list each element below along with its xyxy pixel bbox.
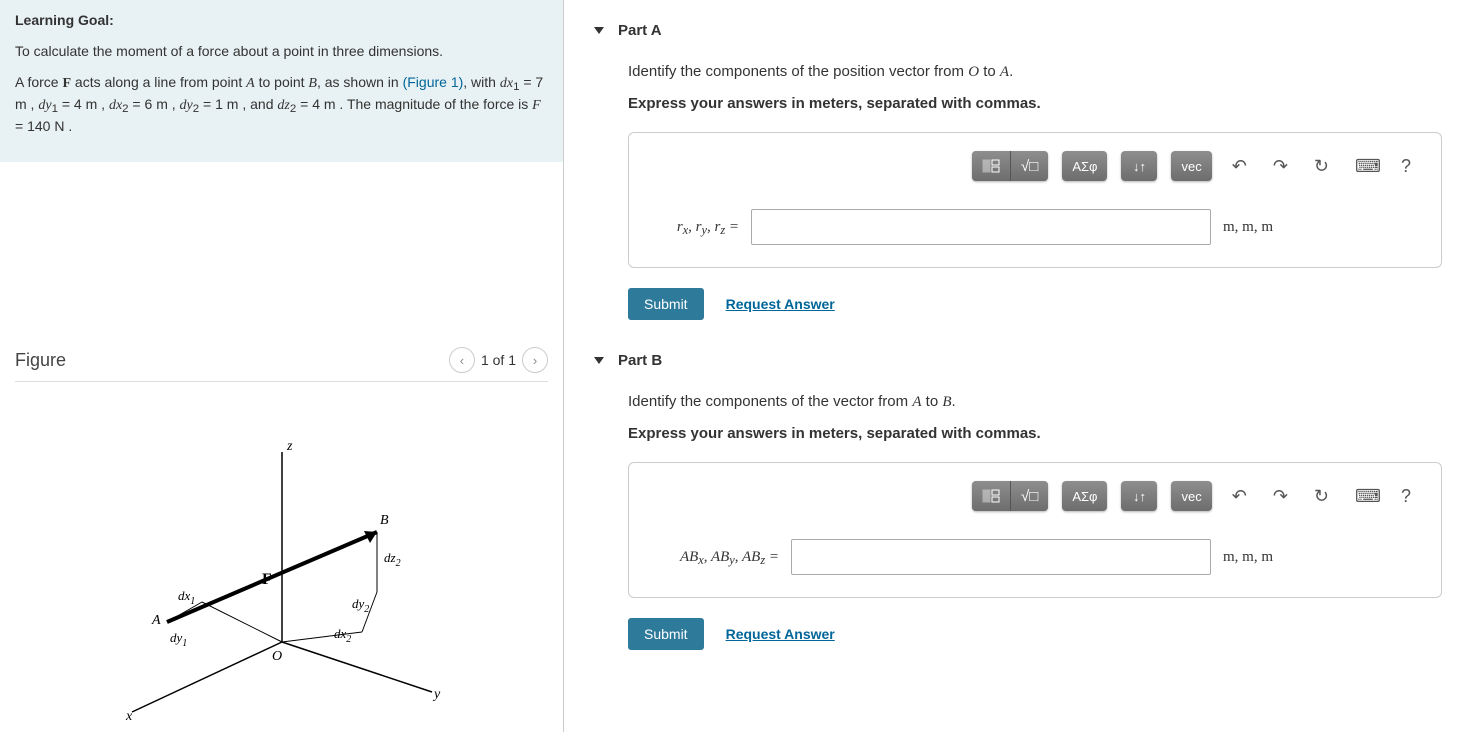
- svg-text:z: z: [286, 439, 293, 454]
- figure-prev-button[interactable]: ‹: [449, 347, 475, 373]
- svg-text:y: y: [432, 687, 441, 702]
- problem-statement: A force F acts along a line from point A…: [15, 72, 548, 137]
- svg-text:O: O: [272, 649, 282, 664]
- part-a-title: Part A: [618, 22, 662, 39]
- part-b-toolbar: √□ ΑΣφ ↓↑ vec ↶ ↷ ↻ ⌨ ?: [649, 481, 1421, 511]
- svg-text:B: B: [380, 513, 389, 528]
- figure-link[interactable]: (Figure 1): [403, 74, 464, 90]
- part-b-title: Part B: [618, 352, 662, 369]
- template-button[interactable]: [972, 151, 1011, 181]
- undo-button[interactable]: ↶: [1226, 152, 1253, 181]
- svg-text:x: x: [125, 709, 133, 724]
- part-a-input-row: rx, ry, rz = m, m, m: [649, 209, 1421, 245]
- chevron-down-icon: [594, 357, 604, 364]
- reset-button[interactable]: ↻: [1308, 152, 1335, 181]
- part-a-submit-button[interactable]: Submit: [628, 288, 704, 320]
- greek-button[interactable]: ΑΣφ: [1062, 481, 1107, 511]
- undo-button[interactable]: ↶: [1226, 482, 1253, 511]
- part-b-instruction: Express your answers in meters, separate…: [628, 425, 1442, 442]
- part-a-instruction: Express your answers in meters, separate…: [628, 95, 1442, 112]
- svg-text:F: F: [262, 571, 272, 588]
- part-b-units: m, m, m: [1223, 549, 1273, 566]
- sqrt-button[interactable]: √□: [1011, 151, 1048, 181]
- part-a-actions: Submit Request Answer: [628, 288, 1442, 320]
- vec-button[interactable]: vec: [1171, 481, 1211, 511]
- learning-goal-box: Learning Goal: To calculate the moment o…: [0, 0, 563, 162]
- part-b-request-answer-link[interactable]: Request Answer: [726, 626, 835, 642]
- part-a-toolbar: √□ ΑΣφ ↓↑ vec ↶ ↷ ↻ ⌨ ?: [649, 151, 1421, 181]
- figure-page-indicator: 1 of 1: [481, 352, 516, 368]
- figure-title: Figure: [15, 350, 66, 371]
- part-b-var-label: ABx, ABy, ABz =: [649, 549, 779, 566]
- svg-text:A: A: [151, 613, 161, 628]
- math-tools-group: √□: [972, 151, 1048, 181]
- figure-nav: ‹ 1 of 1 ›: [449, 347, 548, 373]
- help-icon[interactable]: ?: [1401, 156, 1411, 177]
- math-tools-group: √□: [972, 481, 1048, 511]
- keyboard-button[interactable]: ⌨: [1349, 152, 1387, 181]
- figure-region: Figure ‹ 1 of 1 ›: [0, 162, 563, 732]
- svg-text:dy1: dy1: [170, 630, 187, 649]
- part-b-submit-button[interactable]: Submit: [628, 618, 704, 650]
- svg-text:dz2: dz2: [384, 550, 401, 569]
- part-a-units: m, m, m: [1223, 219, 1273, 236]
- part-a-answer-input[interactable]: [751, 209, 1211, 245]
- part-b-answer-input[interactable]: [791, 539, 1211, 575]
- keyboard-button[interactable]: ⌨: [1349, 482, 1387, 511]
- learning-goal-intro: To calculate the moment of a force about…: [15, 41, 548, 62]
- part-a-var-label: rx, ry, rz =: [649, 219, 739, 236]
- left-pane: Learning Goal: To calculate the moment o…: [0, 0, 564, 732]
- part-a-question: Identify the components of the position …: [628, 61, 1442, 83]
- svg-text:dy2: dy2: [352, 596, 369, 615]
- learning-goal-heading: Learning Goal:: [15, 12, 114, 28]
- part-b-body: Identify the components of the vector fr…: [594, 391, 1442, 650]
- right-pane: Part A Identify the components of the po…: [564, 0, 1472, 732]
- part-a-answer-box: √□ ΑΣφ ↓↑ vec ↶ ↷ ↻ ⌨ ? rx, ry, rz =: [628, 132, 1442, 268]
- part-a: Part A Identify the components of the po…: [594, 10, 1442, 320]
- part-b-input-row: ABx, ABy, ABz = m, m, m: [649, 539, 1421, 575]
- part-a-body: Identify the components of the position …: [594, 61, 1442, 320]
- help-icon[interactable]: ?: [1401, 486, 1411, 507]
- part-b-header[interactable]: Part B: [594, 340, 1442, 381]
- vec-button[interactable]: vec: [1171, 151, 1211, 181]
- redo-button[interactable]: ↷: [1267, 152, 1294, 181]
- part-a-request-answer-link[interactable]: Request Answer: [726, 296, 835, 312]
- figure-next-button[interactable]: ›: [522, 347, 548, 373]
- sqrt-button[interactable]: √□: [1011, 481, 1048, 511]
- figure-image: z y x O A B F dx1 dy1 dx2 dy2 dz2: [15, 412, 548, 732]
- redo-button[interactable]: ↷: [1267, 482, 1294, 511]
- part-a-header[interactable]: Part A: [594, 10, 1442, 51]
- svg-text:dx2: dx2: [334, 626, 351, 645]
- part-b-question: Identify the components of the vector fr…: [628, 391, 1442, 413]
- part-b: Part B Identify the components of the ve…: [594, 340, 1442, 650]
- svg-text:dx1: dx1: [178, 588, 195, 607]
- arrows-button[interactable]: ↓↑: [1121, 481, 1157, 511]
- reset-button[interactable]: ↻: [1308, 482, 1335, 511]
- arrows-button[interactable]: ↓↑: [1121, 151, 1157, 181]
- greek-button[interactable]: ΑΣφ: [1062, 151, 1107, 181]
- part-b-answer-box: √□ ΑΣφ ↓↑ vec ↶ ↷ ↻ ⌨ ? ABx, ABy, ABz =: [628, 462, 1442, 598]
- part-b-actions: Submit Request Answer: [628, 618, 1442, 650]
- figure-header: Figure ‹ 1 of 1 ›: [15, 347, 548, 382]
- template-button[interactable]: [972, 481, 1011, 511]
- chevron-down-icon: [594, 27, 604, 34]
